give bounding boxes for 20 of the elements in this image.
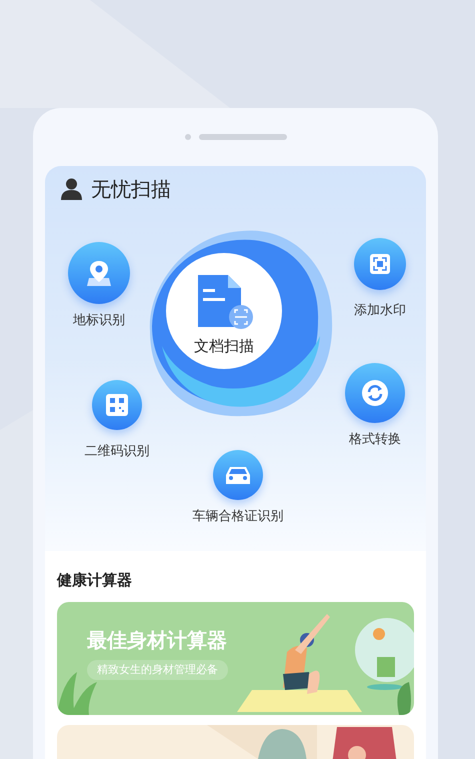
feature-button[interactable] <box>92 380 142 430</box>
feature-label: 地标识别 <box>72 312 126 330</box>
refresh-icon <box>361 379 389 407</box>
banner-subtitle: 精致女生的身材管理必备 <box>87 660 228 680</box>
banner-title: 最佳身材计算器 <box>87 630 227 650</box>
qr-code-icon <box>105 393 129 417</box>
section-title: 健康计算器 <box>57 570 133 591</box>
app-title: 无忧扫描 <box>91 179 171 199</box>
user-icon <box>61 178 82 200</box>
feature-label: 添加水印 <box>353 302 407 320</box>
feature-button[interactable] <box>354 238 406 290</box>
feature-button[interactable] <box>213 450 263 500</box>
feature-label: 车辆合格证识别 <box>192 508 284 526</box>
feature-label: 二维码识别 <box>84 443 150 461</box>
document-scan-icon <box>195 275 253 331</box>
stamp-frame-icon <box>369 253 391 275</box>
feature-button[interactable] <box>345 363 405 423</box>
feature-label: 格式转换 <box>348 431 402 449</box>
feature-button[interactable] <box>68 242 130 304</box>
location-pin-icon <box>85 259 113 287</box>
